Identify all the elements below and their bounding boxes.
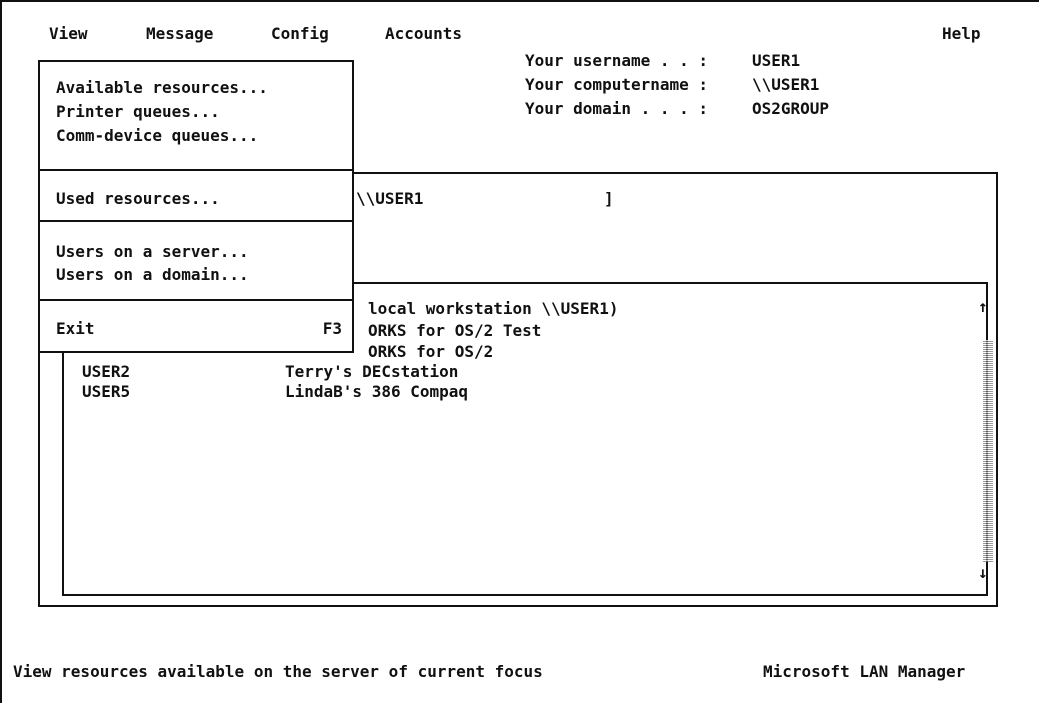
list-left-border — [62, 340, 64, 596]
product-name: Microsoft LAN Manager — [763, 662, 966, 681]
exit-hotkey: F3 — [322, 319, 342, 338]
status-hint: View resources available on the server o… — [13, 662, 543, 681]
menu-item-exit[interactable]: Exit — [56, 319, 95, 339]
menu-item-users-on-server[interactable]: Users on a server... — [56, 242, 249, 262]
server-focus-value[interactable]: \\USER1 — [356, 189, 423, 209]
list-row-name[interactable]: USER5 — [82, 382, 130, 402]
menu-item-printer-queues[interactable]: Printer queues... — [56, 102, 220, 122]
menu-item-used-resources[interactable]: Used resources... — [56, 189, 220, 209]
domain-value: OS2GROUP — [752, 99, 830, 118]
menu-message[interactable]: Message — [146, 24, 213, 44]
list-bottom-border — [62, 594, 988, 596]
computername-label: Your computername : — [525, 75, 709, 94]
computername-value: \\USER1 — [752, 75, 820, 94]
list-row-comment[interactable]: Terry's DECstation — [285, 362, 458, 382]
view-dropdown-menu: Available resources... Printer queues...… — [38, 60, 354, 353]
menu-help[interactable]: Help — [942, 24, 981, 44]
menu-item-users-on-domain[interactable]: Users on a domain... — [56, 265, 249, 285]
username-label: Your username . . : — [525, 51, 709, 70]
menu-config[interactable]: Config — [271, 24, 329, 44]
username-value: USER1 — [752, 51, 801, 70]
scrollbar-track[interactable] — [983, 340, 993, 562]
list-row-comment[interactable]: LindaB's 386 Compaq — [285, 382, 468, 402]
scroll-down-arrow-icon[interactable]: ↓ — [978, 563, 988, 583]
menu-separator — [40, 220, 352, 222]
menu-separator — [40, 169, 352, 171]
list-row-comment[interactable]: local workstation \\USER1) — [368, 299, 618, 319]
menu-view[interactable]: View — [49, 24, 88, 44]
list-top-border — [354, 282, 988, 284]
scroll-up-arrow-icon[interactable]: ↑ — [978, 297, 988, 317]
menu-separator — [40, 299, 352, 301]
server-focus-bracket: ] — [604, 189, 614, 208]
domain-label: Your domain . . . : — [525, 99, 709, 118]
list-row-comment[interactable]: ORKS for OS/2 Test — [368, 321, 541, 341]
menu-item-comm-device-queues[interactable]: Comm-device queues... — [56, 126, 258, 146]
list-row-name[interactable]: USER2 — [82, 362, 130, 382]
menu-accounts[interactable]: Accounts — [385, 24, 462, 44]
screen-frame-left — [0, 0, 2, 703]
panel-left-border — [38, 340, 40, 607]
screen-frame-top — [0, 0, 1039, 2]
panel-right-border — [996, 172, 998, 607]
menu-item-available-resources[interactable]: Available resources... — [56, 78, 268, 98]
panel-bottom-border — [38, 605, 998, 607]
list-row-comment[interactable]: ORKS for OS/2 — [368, 342, 493, 362]
